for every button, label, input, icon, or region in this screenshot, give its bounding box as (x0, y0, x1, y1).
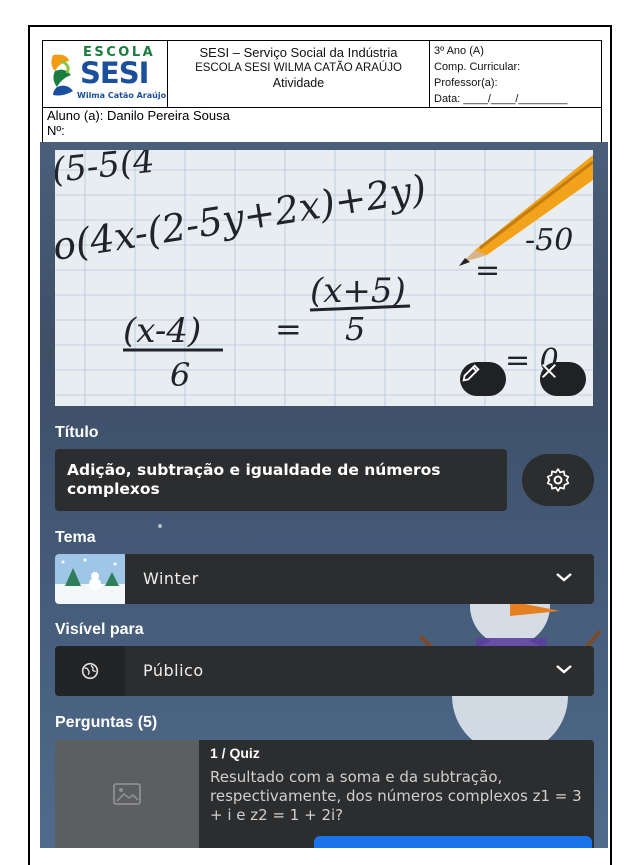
title-field[interactable]: Adição, subtração e igualdade de números… (55, 449, 507, 511)
header-center: SESI – Serviço Social da Indústria ESCOL… (168, 41, 430, 107)
gear-icon (546, 468, 570, 492)
school-name: ESCOLA SESI WILMA CATÃO ARAÚJO (195, 62, 402, 74)
svg-text:(x+5): (x+5) (310, 271, 406, 311)
theme-select[interactable]: Winter (55, 554, 594, 604)
chevron-down-icon (556, 665, 572, 674)
chevron-down-icon (556, 573, 572, 582)
subject-label: Comp. Curricular: (434, 61, 521, 73)
question-number: 1 / Quiz (210, 745, 260, 761)
image-icon (113, 783, 141, 805)
svg-text:=: = (475, 253, 500, 288)
winter-thumbnail-image (55, 554, 125, 604)
edit-icon (462, 364, 480, 382)
visibility-select[interactable]: Público (55, 646, 594, 696)
document-type: Atividade (272, 76, 325, 90)
visibility-label: Visível para (55, 621, 144, 638)
visibility-value: Público (143, 661, 204, 680)
logo-text-school-name: Wilma Catão Araújo (77, 91, 167, 100)
school-logo: ESCOLA SESI Wilma Catão Araújo (43, 41, 168, 107)
institution-name: SESI – Serviço Social da Indústria (199, 45, 398, 60)
student-row: Aluno (a): Danilo Pereira Sousa Nº: (43, 107, 601, 143)
svg-text:=: = (275, 310, 302, 348)
title-label: Título (55, 424, 99, 441)
question-card[interactable]: 1 / Quiz Resultado com a soma e da subtr… (55, 740, 594, 848)
teacher-label: Professor(a): (434, 77, 498, 89)
question-text: Resultado com a soma e da subtração, res… (210, 768, 582, 824)
date-label: Data: ____/____/________ (434, 93, 568, 105)
cover-image[interactable]: (5-5(4 o(4x-(2-5y+2x)+2y) (x+5) 5 (x-4) … (55, 150, 593, 406)
svg-text:6: 6 (170, 356, 190, 394)
theme-label: Tema (55, 529, 96, 546)
quiz-editor-screen: (5-5(4 o(4x-(2-5y+2x)+2y) (x+5) 5 (x-4) … (40, 142, 608, 848)
svg-text:(x-4): (x-4) (123, 311, 201, 351)
question-image-placeholder[interactable] (55, 740, 199, 848)
student-name: Aluno (a): Danilo Pereira Sousa (47, 108, 230, 123)
edit-image-button[interactable] (460, 362, 506, 396)
visibility-icon-box (55, 646, 125, 696)
student-number: Nº: (47, 123, 65, 138)
logo-text-sesi: SESI (80, 56, 149, 90)
theme-value: Winter (143, 569, 199, 588)
remove-image-button[interactable] (540, 362, 586, 396)
worksheet-header: ESCOLA SESI Wilma Catão Araújo SESI – Se… (42, 40, 602, 144)
questions-label: Perguntas (5) (55, 714, 158, 731)
settings-button[interactable] (522, 454, 594, 506)
add-question-button[interactable] (314, 836, 592, 848)
header-info: 3º Ano (A) Comp. Curricular: Professor(a… (430, 41, 601, 107)
svg-text:5: 5 (345, 310, 365, 348)
svg-text:-50: -50 (525, 223, 573, 258)
title-value: Adição, subtração e igualdade de números… (67, 461, 441, 498)
close-icon (541, 363, 557, 379)
sesi-logo-mark-icon (51, 54, 73, 96)
globe-icon (81, 662, 99, 680)
theme-thumbnail (55, 554, 125, 604)
math-notebook-image: (5-5(4 o(4x-(2-5y+2x)+2y) (x+5) 5 (x-4) … (55, 150, 593, 406)
grade-label: 3º Ano (A) (434, 45, 484, 57)
